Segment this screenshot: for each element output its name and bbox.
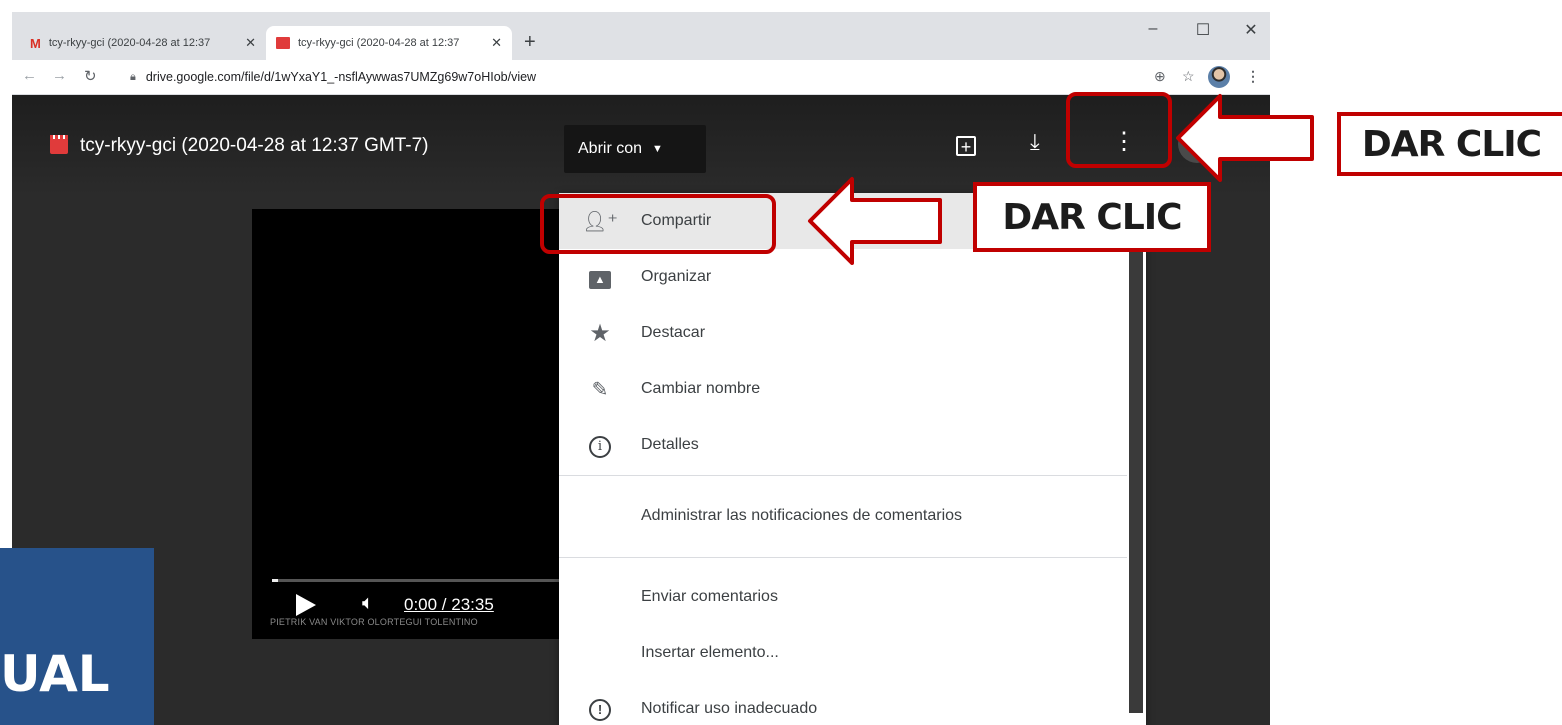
add-comment-icon[interactable]: + bbox=[956, 136, 976, 156]
alert-icon: ! bbox=[589, 699, 611, 721]
video-file-icon bbox=[50, 135, 68, 154]
menu-item-destacar[interactable]: ★ Destacar bbox=[559, 305, 1127, 361]
info-icon-wrap: i bbox=[559, 433, 641, 458]
logo-text: UAL bbox=[0, 645, 110, 703]
video-player[interactable]: 🔈︎ 0:00 / 23:35 PIETRIK VAN VIKTOR OLORT… bbox=[252, 209, 592, 639]
url-field[interactable]: 🔒︎ drive.google.com/file/d/1wYxaY1_-nsfl… bbox=[130, 65, 1170, 89]
new-tab-button[interactable]: + bbox=[524, 31, 536, 54]
pencil-icon: ✎ bbox=[591, 378, 609, 401]
menu-item-label: Insertar elemento... bbox=[641, 644, 779, 661]
menu-item-label: Notificar uso inadecuado bbox=[641, 700, 818, 717]
caret-down-icon: ▼ bbox=[652, 143, 663, 155]
file-title: tcy-rkyy-gci (2020-04-28 at 12:37 GMT-7) bbox=[80, 135, 429, 156]
menu-item-notificar[interactable]: ! Notificar uso inadecuado bbox=[559, 681, 1127, 725]
menu-item-label: Detalles bbox=[641, 436, 699, 453]
open-with-label: Abrir con bbox=[578, 140, 643, 157]
info-icon: i bbox=[589, 435, 611, 458]
account-avatar[interactable] bbox=[1178, 125, 1216, 163]
menu-item-organizar[interactable]: ▲ Organizar bbox=[559, 249, 1127, 305]
menu-scrollbar[interactable] bbox=[1129, 193, 1143, 713]
menu-item-label: Enviar comentarios bbox=[641, 588, 778, 605]
back-icon[interactable]: ← bbox=[22, 67, 37, 84]
bookmark-star-icon[interactable]: ☆ bbox=[1182, 68, 1195, 85]
download-icon[interactable]: ⤓ bbox=[1030, 129, 1040, 155]
menu-divider bbox=[559, 475, 1127, 476]
close-tab-icon[interactable]: ✕ bbox=[491, 35, 502, 51]
url-text: drive.google.com/file/d/1wYxaY1_-nsflAyw… bbox=[145, 70, 537, 84]
open-with-button[interactable]: Abrir con ▼ bbox=[564, 125, 706, 173]
tab-drive-video[interactable]: tcy-rkyy-gci (2020-04-28 at 12:37 ✕ bbox=[266, 26, 512, 60]
lock-icon: 🔒︎ bbox=[130, 70, 136, 83]
zoom-icon[interactable]: ⊕ bbox=[1154, 68, 1166, 85]
minimize-icon[interactable]: – bbox=[1138, 20, 1168, 38]
menu-item-notificaciones[interactable]: Administrar las notificaciones de coment… bbox=[559, 488, 1127, 544]
callout-dar-clic-menu: DAR CLIC bbox=[973, 182, 1211, 252]
video-time: 0:00 / 23:35 bbox=[404, 595, 494, 614]
address-bar: ← → ↻ 🔒︎ drive.google.com/file/d/1wYxaY1… bbox=[12, 60, 1270, 95]
gmail-icon: M bbox=[30, 35, 41, 51]
profile-avatar[interactable] bbox=[1208, 66, 1230, 88]
tab-strip: M tcy-rkyy-gci (2020-04-28 at 12:37 ✕ tc… bbox=[12, 12, 1270, 60]
video-watermark: PIETRIK VAN VIKTOR OLORTEGUI TOLENTINO bbox=[270, 617, 478, 627]
drive-folder-icon: ▲ bbox=[589, 270, 611, 289]
video-file-icon bbox=[276, 37, 290, 49]
menu-item-detalles[interactable]: i Detalles bbox=[559, 417, 1127, 473]
play-icon[interactable] bbox=[296, 594, 316, 616]
menu-divider bbox=[559, 557, 1127, 558]
more-actions-menu: 👤︎⁺ Compartir ▲ Organizar ★ Destacar ✎ C… bbox=[559, 193, 1146, 725]
menu-item-insertar[interactable]: Insertar elemento... bbox=[559, 625, 1127, 681]
highlight-more-button bbox=[1066, 92, 1172, 168]
volume-icon[interactable]: 🔈︎ bbox=[362, 592, 374, 615]
highlight-compartir bbox=[540, 194, 776, 254]
close-window-icon[interactable]: ✕ bbox=[1236, 20, 1266, 40]
callout-dar-clic-right: DAR CLIC bbox=[1337, 112, 1562, 176]
maximize-icon[interactable]: ☐ bbox=[1188, 20, 1218, 40]
star-icon: ★ bbox=[589, 319, 611, 347]
forward-icon[interactable]: → bbox=[52, 67, 67, 84]
video-progress-bar[interactable] bbox=[272, 579, 572, 582]
menu-item-label: Cambiar nombre bbox=[641, 380, 761, 397]
menu-item-label: Organizar bbox=[641, 268, 712, 285]
close-tab-icon[interactable]: ✕ bbox=[245, 35, 256, 51]
tab-gmail[interactable]: M tcy-rkyy-gci (2020-04-28 at 12:37 ✕ bbox=[20, 26, 266, 60]
browser-menu-icon[interactable]: ⋮ bbox=[1246, 68, 1260, 85]
alert-icon-wrap: ! bbox=[559, 697, 641, 721]
ual-logo: UAL bbox=[0, 548, 154, 725]
menu-item-enviar-comentarios[interactable]: Enviar comentarios bbox=[559, 569, 1127, 625]
menu-item-cambiar-nombre[interactable]: ✎ Cambiar nombre bbox=[559, 361, 1127, 417]
tab-title: tcy-rkyy-gci (2020-04-28 at 12:37 bbox=[48, 37, 211, 49]
menu-item-label: Destacar bbox=[641, 324, 706, 341]
drive-folder-icon-wrap: ▲ bbox=[559, 266, 641, 289]
menu-item-label: Administrar las notificaciones de coment… bbox=[641, 507, 963, 524]
tab-title: tcy-rkyy-gci (2020-04-28 at 12:37 bbox=[298, 37, 460, 49]
reload-icon[interactable]: ↻ bbox=[84, 67, 97, 85]
